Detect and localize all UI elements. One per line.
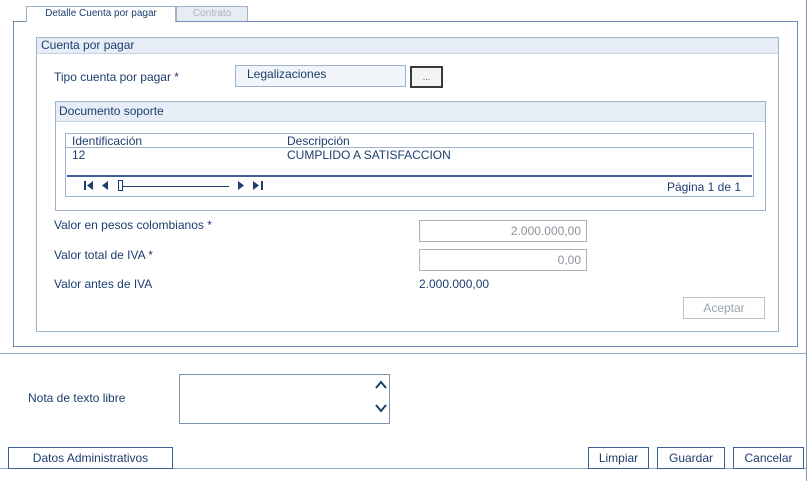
table-row[interactable]: 12 CUMPLIDO A SATISFACCION [66, 148, 753, 162]
guardar-button[interactable]: Guardar [657, 447, 725, 469]
documento-soporte-title: Documento soporte [56, 102, 765, 122]
cancelar-button[interactable]: Cancelar [733, 447, 804, 469]
page-indicator: Página 1 de 1 [666, 180, 741, 194]
datos-administrativos-button[interactable]: Datos Administrativos [8, 447, 173, 469]
grid-header: Identificación Descripción [66, 134, 753, 148]
tipo-cuenta-label: Tipo cuenta por pagar * [54, 70, 179, 84]
valor-iva-label: Valor total de IVA * [54, 248, 153, 262]
section-divider [0, 353, 807, 354]
cell-descripcion: CUMPLIDO A SATISFACCION [287, 148, 451, 162]
valor-antes-iva-label: Valor antes de IVA [54, 277, 153, 291]
documento-grid: Identificación Descripción 12 CUMPLIDO A… [65, 133, 754, 197]
first-page-icon[interactable] [84, 181, 94, 193]
column-header-descripcion[interactable]: Descripción [287, 135, 350, 147]
cell-identificacion: 12 [72, 148, 86, 162]
aceptar-button[interactable]: Aceptar [683, 297, 765, 319]
valor-pesos-label: Valor en pesos colombianos * [54, 218, 212, 232]
grid-divider [67, 175, 752, 177]
limpiar-button[interactable]: Limpiar [588, 447, 649, 469]
column-header-identificacion[interactable]: Identificación [72, 135, 142, 147]
prev-page-icon[interactable] [102, 181, 109, 193]
tipo-cuenta-field[interactable]: Legalizaciones [235, 65, 406, 87]
grid-pager: Página 1 de 1 [66, 178, 753, 196]
page-slider-track[interactable] [121, 186, 229, 187]
last-page-icon[interactable] [253, 181, 263, 193]
next-page-icon[interactable] [238, 181, 245, 193]
page-slider-thumb[interactable] [118, 180, 123, 191]
valor-antes-iva-value: 2.000.000,00 [419, 277, 490, 291]
nota-textarea[interactable] [179, 374, 390, 424]
nota-label: Nota de texto libre [28, 391, 126, 405]
tab-detalle-cuenta[interactable]: Detalle Cuenta por pagar [26, 6, 176, 22]
valor-iva-field[interactable]: 0,00 [419, 249, 587, 271]
scroll-up-icon[interactable] [375, 379, 387, 391]
valor-pesos-field[interactable]: 2.000.000,00 [419, 220, 587, 242]
tab-contrato[interactable]: Contrato [176, 6, 248, 22]
cuenta-por-pagar-legend: Cuenta por pagar [37, 38, 778, 54]
tipo-cuenta-lookup-button[interactable]: ... [410, 66, 443, 88]
scroll-down-icon[interactable] [375, 402, 387, 414]
